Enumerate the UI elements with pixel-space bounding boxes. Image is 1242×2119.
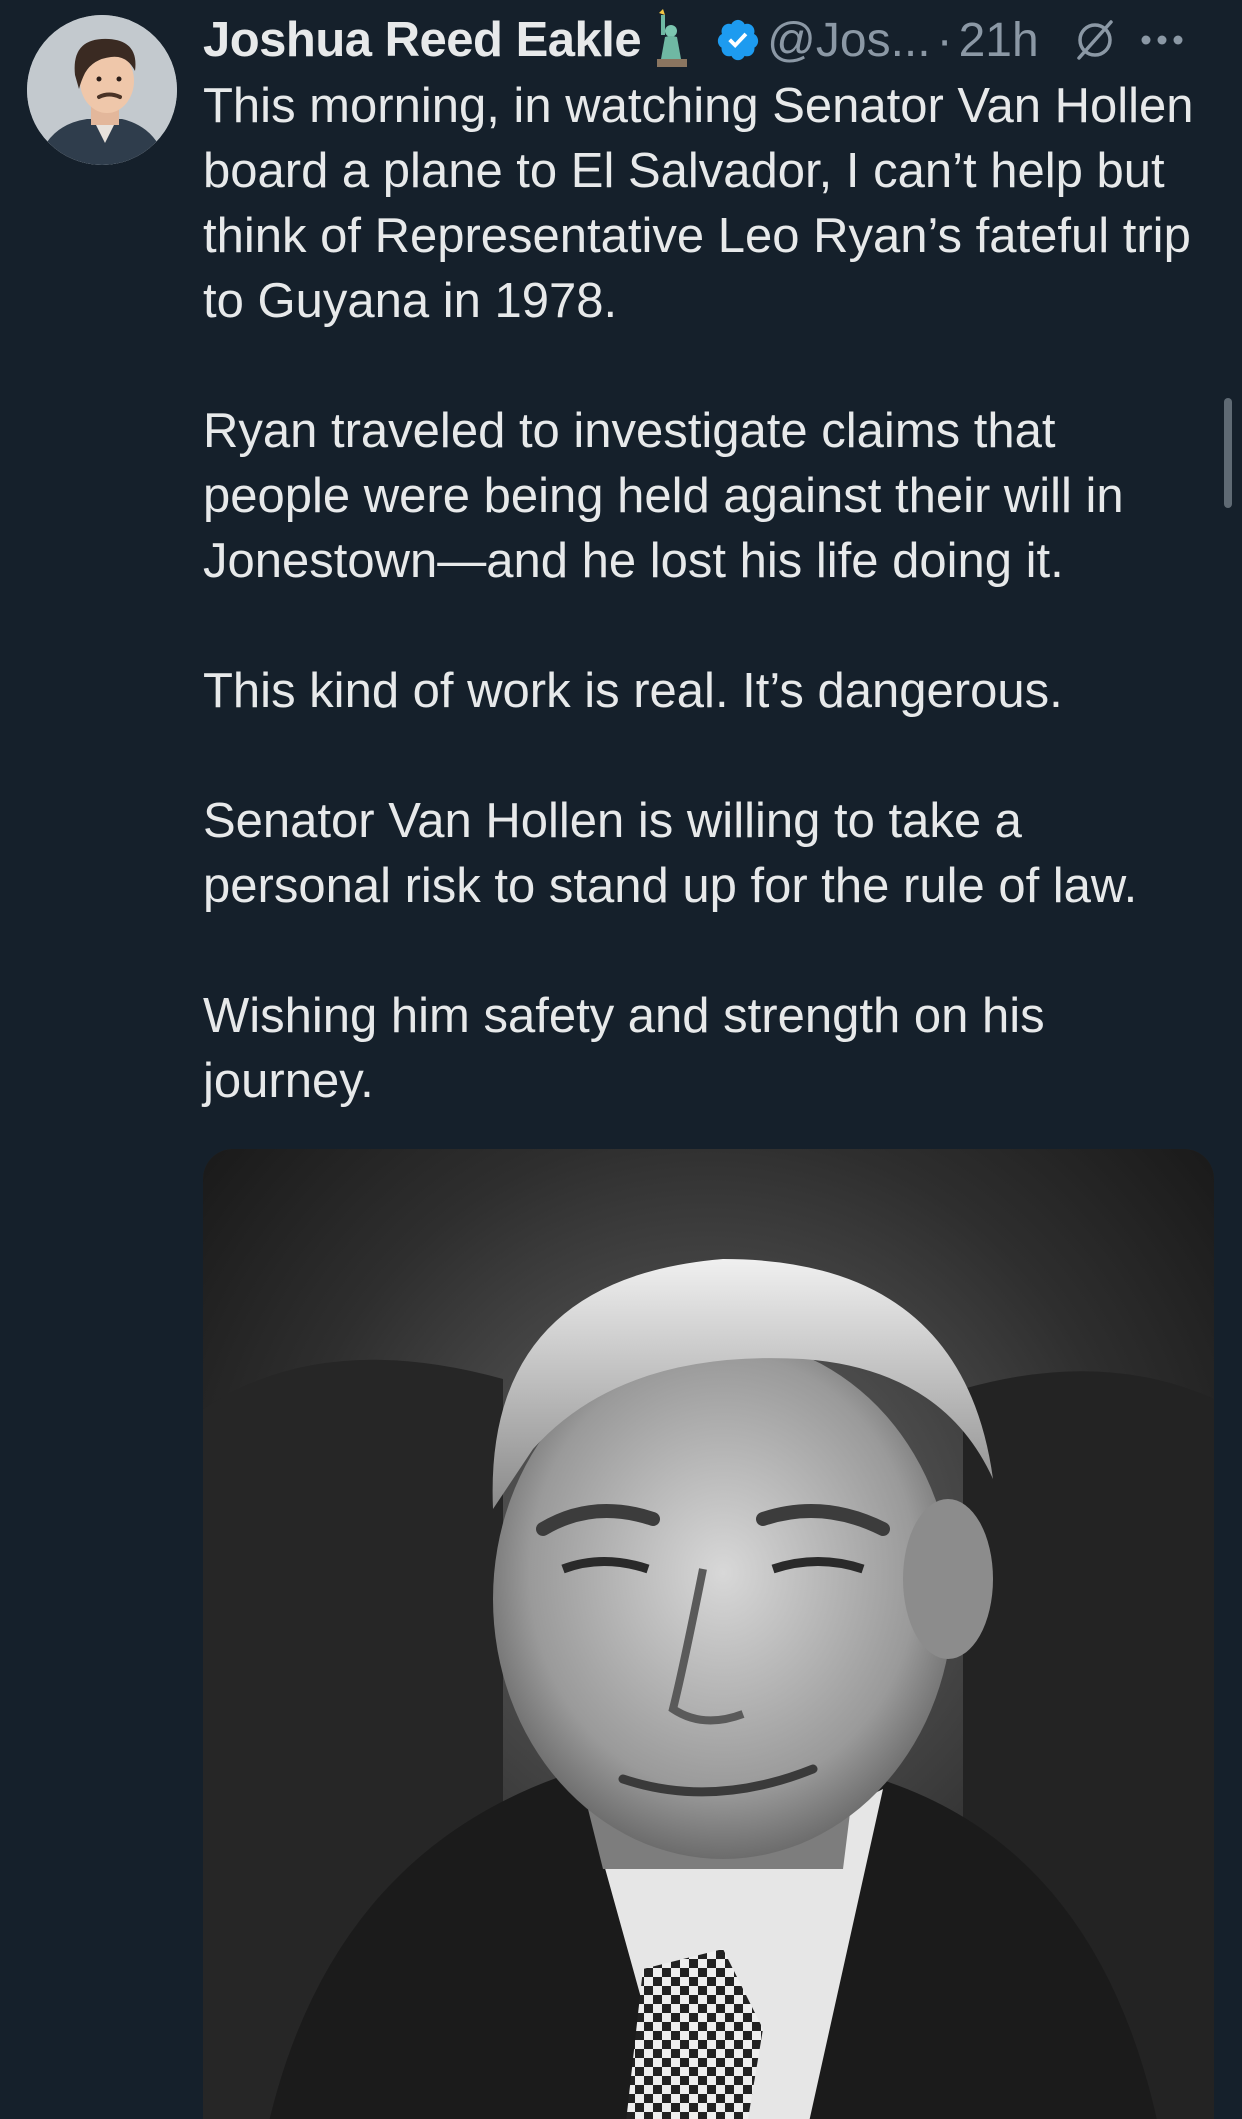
tweet[interactable]: Joshua Reed Eakle @Jos... · 21h This mor… bbox=[0, 0, 1242, 2119]
tweet-header: Joshua Reed Eakle @Jos... · 21h bbox=[203, 0, 1223, 80]
tweet-paragraph: Ryan traveled to investigate claims that… bbox=[203, 404, 1124, 588]
tweet-paragraph: Wishing him safety and strength on his j… bbox=[203, 989, 1045, 1108]
display-name[interactable]: Joshua Reed Eakle bbox=[203, 12, 642, 68]
verified-badge-icon bbox=[715, 17, 761, 63]
more-options-icon[interactable] bbox=[1139, 33, 1185, 47]
timestamp[interactable]: 21h bbox=[959, 13, 1039, 68]
handle[interactable]: @Jos... bbox=[767, 13, 930, 68]
tweet-paragraph: This kind of work is real. It’s dangerou… bbox=[203, 664, 1063, 718]
tweet-photo[interactable] bbox=[203, 1149, 1214, 2119]
tweet-paragraph: Senator Van Hollen is willing to take a … bbox=[203, 794, 1138, 913]
separator-dot: · bbox=[936, 13, 953, 67]
tweet-text: This morning, in watching Senator Van Ho… bbox=[203, 74, 1213, 1114]
grok-icon[interactable] bbox=[1073, 18, 1117, 62]
tweet-paragraph: This morning, in watching Senator Van Ho… bbox=[203, 79, 1194, 328]
avatar[interactable] bbox=[27, 15, 177, 165]
statue-of-liberty-icon bbox=[651, 9, 693, 71]
scrollbar[interactable] bbox=[1224, 398, 1232, 508]
